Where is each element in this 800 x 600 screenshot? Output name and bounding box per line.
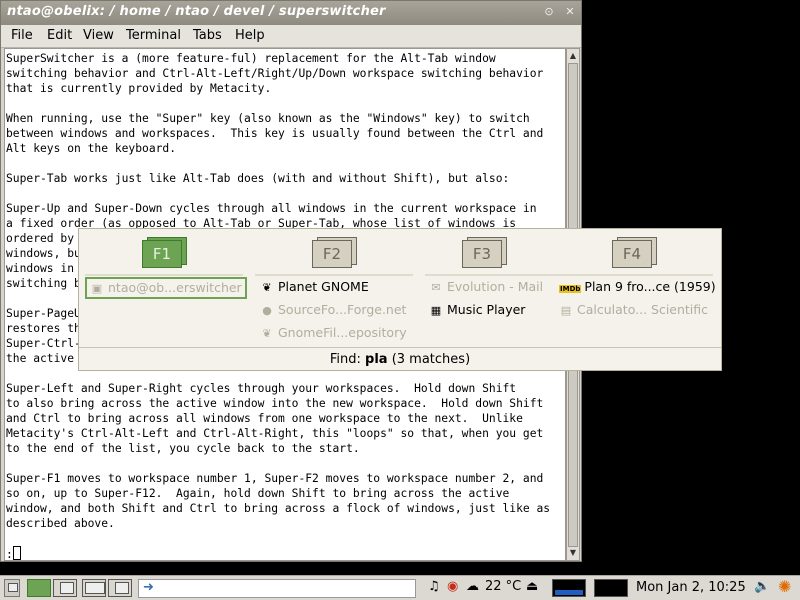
- terminal-line: Super-F1 moves to workspace number 1, Su…: [6, 472, 544, 485]
- menu-file[interactable]: File: [11, 28, 33, 43]
- gnome-foot-icon: ❦: [262, 327, 272, 340]
- menu-help[interactable]: Help: [235, 28, 265, 43]
- window-label: SourceFo...Forge.net: [278, 302, 407, 317]
- window-item[interactable]: ▦ Music Player: [429, 302, 526, 320]
- terminal-line: switching behavior and Ctrl-Alt-Left/Rig…: [6, 67, 544, 80]
- workspace-divider: [255, 274, 413, 276]
- drive-icon[interactable]: ⏏: [526, 579, 538, 594]
- window-item[interactable]: ❦ Planet GNOME: [260, 279, 369, 297]
- window-label: Plan 9 fro...ce (1959): [584, 279, 716, 294]
- find-divider: [79, 347, 721, 348]
- find-label: Find:: [329, 352, 361, 367]
- volume-icon[interactable]: 🔈: [754, 579, 770, 594]
- window-item[interactable]: ▣ ntao@ob...erswitcher: [85, 277, 247, 299]
- window-title: ntao@obelix: / home / ntao / devel / sup…: [7, 4, 386, 19]
- workspace-3-thumbnail[interactable]: F3: [462, 237, 508, 269]
- window-label: Evolution - Mail: [447, 279, 544, 294]
- window-label: GnomeFil...epository: [278, 325, 407, 340]
- window-label: Music Player: [447, 302, 526, 317]
- task-list[interactable]: ➜: [138, 579, 416, 598]
- terminal-line: When running, use the "Super" key (also …: [6, 112, 530, 125]
- terminal-line: Super-PageU: [6, 307, 81, 320]
- window-label: Planet GNOME: [278, 279, 369, 294]
- window-item[interactable]: ● SourceFo...Forge.net: [260, 302, 406, 320]
- window-item[interactable]: ▤ Calculato... Scientific: [559, 302, 708, 320]
- network-monitor-graph[interactable]: [594, 579, 628, 597]
- window-label: ntao@ob...erswitcher: [108, 280, 242, 295]
- superswitcher-popup: F1 F2 F3 F4 ▣ ntao@ob...erswitcher ❦ Plane…: [78, 228, 722, 371]
- mail-icon: ✉: [431, 281, 441, 294]
- music-player-icon: ▦: [430, 304, 442, 317]
- workspace-divider: [555, 274, 713, 276]
- scroll-up-icon[interactable]: ▲: [568, 51, 578, 61]
- workspace-switcher-2[interactable]: [53, 579, 77, 597]
- terminal-line: the active: [6, 352, 75, 365]
- terminal-line: windows, bu: [6, 247, 81, 260]
- window-list-icon[interactable]: ➜: [143, 580, 154, 595]
- workspace-4-label: F4: [612, 240, 652, 268]
- terminal-line: windows in: [6, 262, 75, 275]
- terminal-line: Super-Ctrl-: [6, 337, 81, 350]
- terminal-line: Metacity's Ctrl-Alt-Left and Ctrl-Alt-Ri…: [6, 427, 544, 440]
- workspace-switcher-3[interactable]: [82, 579, 106, 597]
- workspace-1-thumbnail[interactable]: F1: [142, 237, 188, 269]
- menu-edit[interactable]: Edit: [47, 28, 72, 43]
- music-note-icon[interactable]: ♫: [428, 579, 440, 594]
- terminal-line: restores th: [6, 322, 81, 335]
- terminal-line: window, and both Shift and Ctrl to bring…: [6, 502, 551, 515]
- terminal-line: :: [6, 548, 13, 561]
- minimize-icon[interactable]: ⊙: [542, 5, 556, 19]
- workspace-1-label: F1: [142, 240, 182, 268]
- imdb-icon: IMDb: [559, 285, 582, 293]
- update-notifier-icon[interactable]: ◉: [447, 579, 458, 594]
- terminal-line: Alt keys on the keyboard.: [6, 142, 177, 155]
- terminal-line: described above.: [6, 517, 115, 530]
- terminal-line: to also bring across the active window i…: [6, 397, 544, 410]
- terminal-icon: ▣: [91, 282, 103, 295]
- terminal-line: that is currently provided by Metacity.: [6, 82, 272, 95]
- calculator-icon: ▤: [560, 304, 572, 317]
- workspace-3-label: F3: [462, 240, 502, 268]
- clock[interactable]: Mon Jan 2, 10:25: [636, 580, 746, 595]
- system-monitor-graph[interactable]: [552, 579, 586, 597]
- menu-terminal[interactable]: Terminal: [126, 28, 181, 43]
- temperature-reading[interactable]: 22 °C: [485, 579, 521, 594]
- terminal-line: to the end of the list, you cycle back t…: [6, 442, 360, 455]
- window-item[interactable]: IMDb Plan 9 fro...ce (1959): [559, 279, 716, 297]
- globe-icon: ●: [262, 304, 272, 317]
- show-desktop-icon[interactable]: [4, 579, 20, 597]
- workspace-2-thumbnail[interactable]: F2: [312, 237, 358, 269]
- window-item[interactable]: ✉ Evolution - Mail: [429, 279, 543, 297]
- scroll-down-icon[interactable]: ▼: [568, 548, 578, 558]
- titlebar[interactable]: ntao@obelix: / home / ntao / devel / sup…: [1, 1, 581, 25]
- workspace-divider: [85, 274, 243, 276]
- terminal-line: Super-Up and Super-Down cycles through a…: [6, 202, 537, 215]
- workspace-2-label: F2: [312, 240, 352, 268]
- workspace-switcher-1[interactable]: [27, 579, 51, 597]
- terminal-line: ordered by: [6, 232, 75, 245]
- terminal-line: Super-Left and Super-Right cycles throug…: [6, 382, 517, 395]
- terminal-line: SuperSwitcher is a (more feature-ful) re…: [6, 52, 496, 65]
- menu-tabs[interactable]: Tabs: [193, 28, 222, 43]
- terminal-line: so on, up to Super-F12. Again, hold down…: [6, 487, 510, 500]
- find-bar: Find: pla (3 matches): [79, 352, 721, 367]
- window-item[interactable]: ❦ GnomeFil...epository: [260, 325, 407, 343]
- window-label: Calculato... Scientific: [577, 302, 709, 317]
- terminal-line: Super-Tab works just like Alt-Tab does (…: [6, 172, 510, 185]
- find-query: pla: [365, 352, 388, 367]
- menubar: File Edit View Terminal Tabs Help: [1, 25, 581, 48]
- terminal-cursor: [12, 546, 21, 560]
- terminal-line: and Ctrl to bring across all windows fro…: [6, 412, 523, 425]
- bottom-panel: ➜ ♫ ◉ ☁ 22 °C ⏏ Mon Jan 2, 10:25 🔈 ✺: [0, 575, 800, 600]
- weather-cloud-icon[interactable]: ☁: [466, 579, 479, 594]
- gnome-foot-icon: ❦: [262, 281, 272, 294]
- terminal-line: between windows and workspaces. This key…: [6, 127, 544, 140]
- terminal-line: switching b: [6, 277, 81, 290]
- ubuntu-logo-icon[interactable]: ✺: [778, 577, 791, 596]
- workspace-4-thumbnail[interactable]: F4: [612, 237, 658, 269]
- workspace-switcher-4[interactable]: [108, 579, 132, 597]
- close-icon[interactable]: ✕: [563, 5, 577, 19]
- menu-view[interactable]: View: [83, 28, 114, 43]
- find-count: (3 matches): [391, 352, 471, 367]
